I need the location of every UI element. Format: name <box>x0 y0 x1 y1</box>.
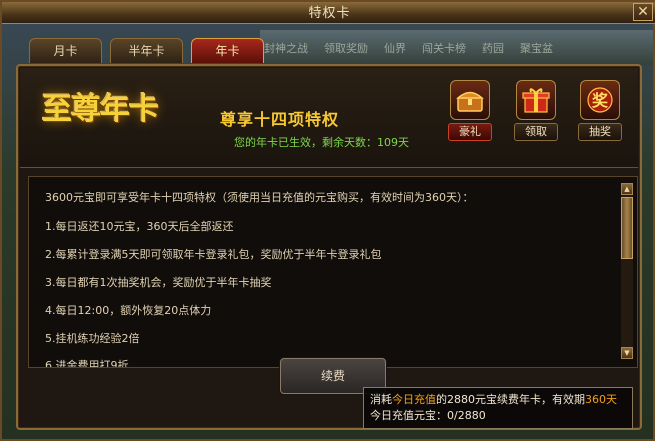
privilege-item: 6.进金费用打9折 <box>45 359 129 368</box>
privilege-card-window: 特权卡 ✕ 封神之战 领取奖励 仙界 闯关卡榜 药园 聚宝盆 月卡 半年卡 年卡… <box>0 0 655 441</box>
scroll-thumb[interactable] <box>621 197 633 259</box>
tooltip-line-1: 消耗今日充值的2880元宝续费年卡，有效期360天 <box>370 393 617 406</box>
treasure-chest-icon <box>450 80 490 120</box>
lottery-icon: 奖 <box>580 80 620 120</box>
luxury-gift-label: 豪礼 <box>448 123 492 141</box>
privilege-item: 5.挂机练功经验2倍 <box>45 332 140 345</box>
close-button[interactable]: ✕ <box>633 3 653 21</box>
bg-menu-item: 封神之战 <box>264 42 308 55</box>
lottery-label: 抽奖 <box>578 123 622 141</box>
privileges-description: 3600元宝即可享受年卡十四项特权（须使用当日充值的元宝购买，有效时间为360天… <box>28 176 638 368</box>
annual-card-panel: 至尊年卡 尊享十四项特权 您的年卡已生效，剩余天数：109天 豪礼 领取 奖 抽… <box>16 64 642 430</box>
description-intro: 3600元宝即可享受年卡十四项特权（须使用当日充值的元宝购买，有效时间为360天… <box>45 191 474 204</box>
privilege-item: 3.每日都有1次抽奖机会，奖励优于半年卡抽奖 <box>45 276 272 289</box>
claim-button[interactable]: 领取 <box>514 80 558 148</box>
window-title: 特权卡 <box>308 6 351 21</box>
background-menu-bar: 封神之战 领取奖励 仙界 闯关卡榜 药园 聚宝盆 <box>264 40 553 56</box>
scroll-down-icon[interactable]: ▼ <box>621 347 633 359</box>
titlebar: 特权卡 ✕ <box>2 2 655 24</box>
claim-label: 领取 <box>514 123 558 141</box>
luxury-gift-button[interactable]: 豪礼 <box>448 80 492 148</box>
card-tabs: 月卡 半年卡 年卡 <box>29 38 264 64</box>
privilege-item: 4.每日12:00，额外恢复20点体力 <box>45 304 212 317</box>
tab-annual-card[interactable]: 年卡 <box>191 38 264 63</box>
scroll-up-icon[interactable]: ▲ <box>621 183 633 195</box>
privilege-item: 2.每累计登录满5天即可领取年卡登录礼包，奖励优于半年卡登录礼包 <box>45 248 382 261</box>
headline: 尊享十四项特权 <box>220 110 340 129</box>
bg-menu-item: 仙界 <box>384 42 406 55</box>
lottery-button[interactable]: 奖 抽奖 <box>578 80 622 148</box>
close-icon: ✕ <box>637 4 649 20</box>
card-status: 您的年卡已生效，剩余天数：109天 <box>234 136 409 149</box>
bg-menu-item: 药园 <box>482 42 504 55</box>
tab-half-year-card[interactable]: 半年卡 <box>110 38 183 63</box>
tooltip-line-2: 今日充值元宝：0/2880 <box>370 409 486 422</box>
gift-box-icon <box>516 80 556 120</box>
bg-menu-item: 领取奖励 <box>324 42 368 55</box>
annual-card-logo: 至尊年卡 <box>42 92 159 127</box>
renew-tooltip: 消耗今日充值的2880元宝续费年卡，有效期360天 今日充值元宝：0/2880 <box>363 387 633 429</box>
scroll-track[interactable] <box>621 195 633 347</box>
tab-monthly-card[interactable]: 月卡 <box>29 38 102 63</box>
banner: 至尊年卡 尊享十四项特权 您的年卡已生效，剩余天数：109天 豪礼 领取 奖 抽… <box>20 68 638 168</box>
bg-menu-item: 聚宝盆 <box>520 42 553 55</box>
privilege-item: 1.每日返还10元宝，360天后全部返还 <box>45 220 234 233</box>
description-scrollbar[interactable]: ▲ ▼ <box>621 183 633 361</box>
svg-text:奖: 奖 <box>592 91 609 110</box>
bg-menu-item: 闯关卡榜 <box>422 42 466 55</box>
